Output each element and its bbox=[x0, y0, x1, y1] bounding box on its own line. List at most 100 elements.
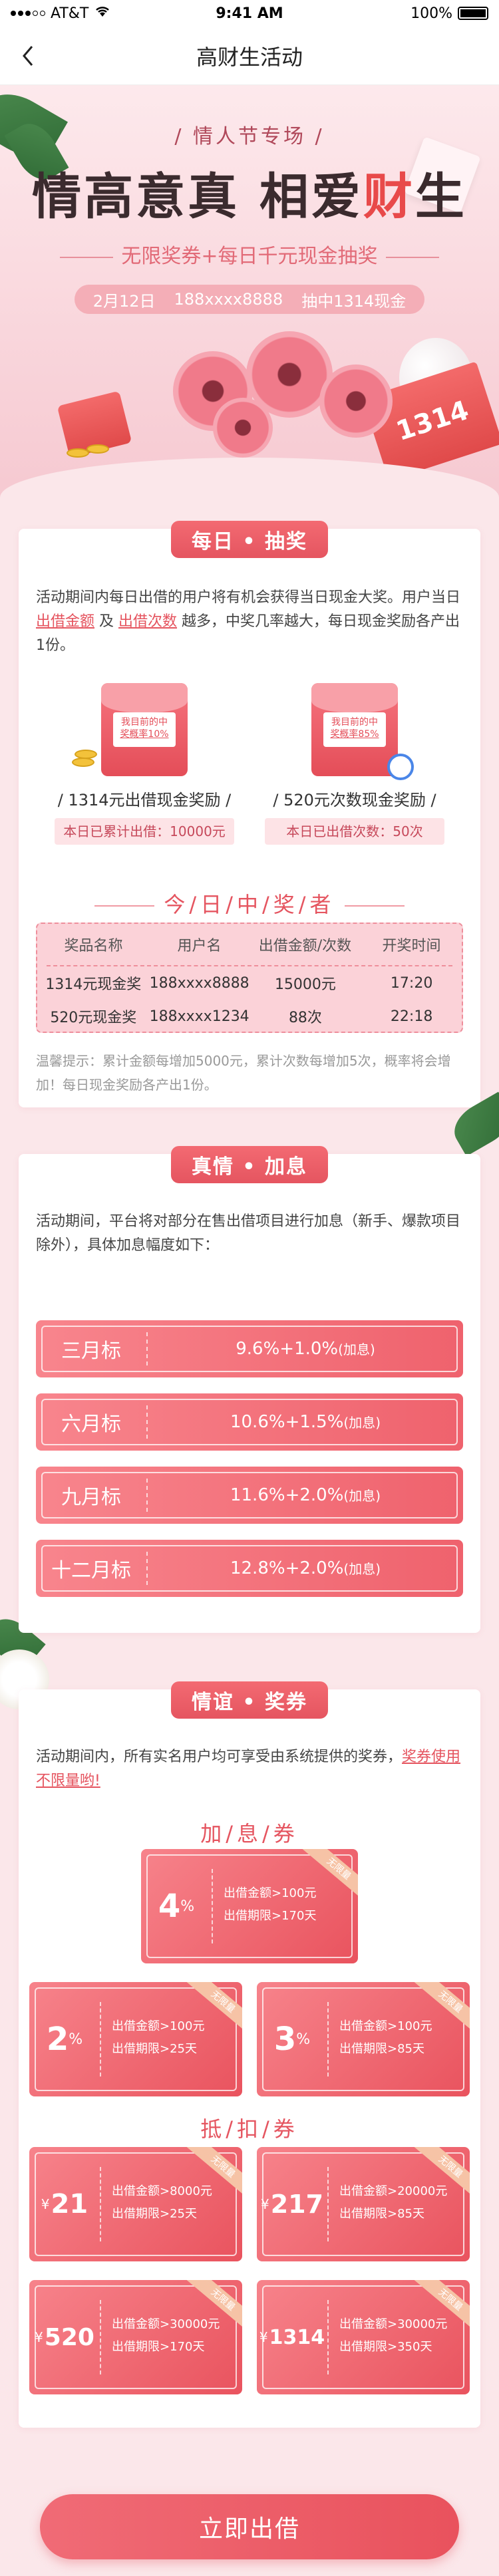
hero-tagline: 无限奖券+每日千元现金抽奖 bbox=[0, 239, 499, 269]
coin-decoration bbox=[72, 758, 94, 767]
chevron-left-icon bbox=[23, 46, 33, 66]
deduct-coupon[interactable]: 无限量 ¥21 出借金额>8000元 出借期限>25天 bbox=[29, 2147, 242, 2261]
deduct-coupon[interactable]: 无限量 ¥520 出借金额>30000元 出借期限>170天 bbox=[29, 2280, 242, 2394]
rate-term: 六月标 bbox=[61, 1413, 121, 1436]
coupon-amount: ¥1314 bbox=[259, 2325, 325, 2349]
cell-user: 188xxxx1234 bbox=[149, 1008, 250, 1025]
cell-time: 22:18 bbox=[390, 1008, 433, 1025]
rate-description: 活动期间，平台将对部分在售出借项目进行加息（新手、爆款项目除外），具体加息幅度如… bbox=[36, 1213, 461, 1254]
deduct-coupon-heading: 抵/扣/券 bbox=[200, 2116, 299, 2142]
coupon-conditions: 出借金额>8000元 出借期限>25天 bbox=[112, 2184, 212, 2221]
rate-value: 11.6%+2.0%(加息) bbox=[230, 1485, 381, 1505]
red-packet-icon: 我目前的中 奖概率85% bbox=[311, 683, 414, 780]
coupon-amount: ¥21 bbox=[41, 2189, 88, 2219]
red-packet-icon: 我目前的中 奖概率10% bbox=[101, 683, 188, 776]
winners-heading: 今/日/中/奖/者 bbox=[19, 888, 480, 919]
coupon-amount: ¥217 bbox=[260, 2190, 324, 2219]
lottery-description: 活动期间内每日出借的用户将有机会获得当日现金大奖。用户当日出借金额 及 出借次数… bbox=[36, 586, 463, 658]
rate-term: 十二月标 bbox=[51, 1559, 131, 1582]
winners-heading-text: 今/日/中/奖/者 bbox=[164, 892, 335, 917]
coupon-amount: 3% bbox=[273, 2021, 311, 2058]
lend-amount-link[interactable]: 出借金额 bbox=[36, 613, 94, 630]
lend-now-button[interactable]: 立即出借 bbox=[40, 2494, 459, 2559]
rate-value: 9.6%+1.0%(加息) bbox=[236, 1339, 375, 1359]
hero-info-date: 2月12日 bbox=[92, 291, 156, 311]
rate-card[interactable]: 九月标 11.6%+2.0%(加息) bbox=[36, 1467, 463, 1524]
status-bar: AT&T 9:41 AM 100% bbox=[0, 0, 499, 27]
coin-decoration bbox=[86, 444, 109, 454]
hero-banner: / 情人节专场 / 情高意真 相爱财生 无限奖券+每日千元现金抽奖 2月12日 … bbox=[0, 85, 499, 498]
back-button[interactable] bbox=[15, 43, 41, 69]
award-card-count: 我目前的中 奖概率85% / 520元次数现金奖励 / 本日已出借次数：50次 bbox=[258, 683, 451, 845]
hero-winner-pill: 2月12日 188xxxx8888 抽中1314现金 bbox=[75, 285, 424, 314]
cell-user: 188xxxx8888 bbox=[149, 974, 250, 992]
coupon-conditions: 出借金额>100元 出借期限>85天 bbox=[339, 2019, 432, 2056]
winners-table-header: 奖品名称 用户名 出借金额/次数 开奖时间 bbox=[37, 924, 462, 965]
award-stat: 本日已出借次数：50次 bbox=[265, 818, 444, 845]
cell-amount: 88次 bbox=[288, 1010, 322, 1026]
coin-decoration bbox=[67, 448, 89, 458]
coupon-conditions: 出借金额>20000元 出借期限>85天 bbox=[339, 2184, 448, 2221]
header-prize: 奖品名称 bbox=[64, 938, 123, 954]
rate-section-tab: 真情 • 加息 bbox=[171, 1146, 328, 1183]
table-row: 1314元现金奖 188xxxx8888 15000元 17:20 bbox=[37, 966, 462, 1000]
page-title: 高财生活动 bbox=[196, 44, 303, 70]
hero-title-part1: 情高意真 相爱 bbox=[32, 168, 363, 225]
rate-card[interactable]: 六月标 10.6%+1.5%(加息) bbox=[36, 1393, 463, 1451]
award-card-amount: 我目前的中 奖概率10% / 1314元出借现金奖励 / 本日已累计出借：1000… bbox=[48, 683, 241, 845]
lottery-tip: 温馨提示：累计金额每增加5000元，累计次数每增加5次，概率将会增加！每日现金奖… bbox=[36, 1053, 451, 1093]
lottery-desc-mid: 及 bbox=[94, 613, 119, 630]
coupon-amount: ¥520 bbox=[35, 2323, 94, 2351]
rate-value: 10.6%+1.5%(加息) bbox=[230, 1412, 381, 1432]
rate-term: 九月标 bbox=[61, 1486, 121, 1509]
coupon-conditions: 出借金额>100元 出借期限>25天 bbox=[112, 2019, 205, 2056]
coupon-section: 情谊 • 奖券 活动期间内，所有实名用户均可享受由系统提供的奖券，奖券使用不限量… bbox=[19, 1681, 480, 2428]
rate-value: 12.8%+2.0%(加息) bbox=[230, 1558, 381, 1578]
award-title: / 520元次数现金奖励 / bbox=[273, 791, 436, 809]
hero-info-prize: 抽中1314现金 bbox=[301, 291, 407, 311]
coupon-conditions: 出借金额>30000元 出借期限>170天 bbox=[112, 2317, 220, 2354]
rate-card[interactable]: 十二月标 12.8%+2.0%(加息) bbox=[36, 1540, 463, 1597]
lottery-section: 每日 • 抽奖 活动期间内每日出借的用户将有机会获得当日现金大奖。用户当日出借金… bbox=[19, 521, 480, 1107]
coupon-desc-text: 活动期间内，所有实名用户均可享受由系统提供的奖券， bbox=[36, 1749, 403, 1765]
cell-prize: 1314元现金奖 bbox=[45, 976, 142, 993]
flowers-decoration bbox=[133, 325, 413, 458]
cell-time: 17:20 bbox=[390, 974, 433, 992]
table-row: 520元现金奖 188xxxx1234 88次 22:18 bbox=[37, 1000, 462, 1033]
hero-subtitle: / 情人节专场 / bbox=[174, 125, 325, 148]
nav-bar: 高财生活动 bbox=[0, 27, 499, 85]
award-stat: 本日已累计出借：10000元 bbox=[55, 818, 234, 845]
deduct-coupon[interactable]: 无限量 ¥217 出借金额>20000元 出借期限>85天 bbox=[257, 2147, 470, 2261]
award-probability-note: 我目前的中 奖概率10% bbox=[113, 712, 176, 747]
stopwatch-icon bbox=[387, 754, 414, 780]
header-amount: 出借金额/次数 bbox=[258, 938, 352, 954]
header-time: 开奖时间 bbox=[382, 938, 441, 954]
cell-prize: 520元现金奖 bbox=[50, 1010, 137, 1026]
rate-card[interactable]: 三月标 9.6%+1.0%(加息) bbox=[36, 1320, 463, 1377]
coupon-description: 活动期间内，所有实名用户均可享受由系统提供的奖券，奖券使用不限量哟! bbox=[36, 1745, 463, 1793]
coupon-amount: 4% bbox=[158, 1888, 195, 1925]
deduct-coupon[interactable]: 无限量 ¥1314 出借金额>30000元 出借期限>350天 bbox=[257, 2280, 470, 2394]
battery-icon bbox=[458, 7, 488, 20]
interest-coupon[interactable]: 无限量 3% 出借金额>100元 出借期限>85天 bbox=[257, 1982, 470, 2096]
coupon-amount: 2% bbox=[46, 2021, 83, 2058]
interest-coupon[interactable]: 无限量 4% 出借金额>100元 出借期限>170天 bbox=[141, 1849, 358, 1963]
lottery-desc-part1: 活动期间内每日出借的用户将有机会获得当日现金大奖。用户当日 bbox=[36, 589, 461, 606]
coupon-conditions: 出借金额>100元 出借期限>170天 bbox=[224, 1886, 317, 1923]
winners-table: 奖品名称 用户名 出借金额/次数 开奖时间 1314元现金奖 188xxxx88… bbox=[36, 923, 463, 1033]
status-time: 9:41 AM bbox=[216, 5, 283, 22]
hero-title-highlight: 财 bbox=[363, 168, 415, 225]
lottery-section-tab: 每日 • 抽奖 bbox=[171, 521, 328, 558]
interest-coupon[interactable]: 无限量 2% 出借金额>100元 出借期限>25天 bbox=[29, 1982, 242, 2096]
award-probability-note: 我目前的中 奖概率85% bbox=[323, 712, 386, 747]
coupon-conditions: 出借金额>30000元 出借期限>350天 bbox=[339, 2317, 448, 2354]
hero-title: 情高意真 相爱财生 bbox=[0, 157, 499, 228]
hero-tagline-text: 无限奖券+每日千元现金抽奖 bbox=[121, 245, 378, 268]
header-user: 用户名 bbox=[177, 938, 222, 954]
hero-info-user: 188xxxx8888 bbox=[174, 290, 283, 309]
lend-count-link[interactable]: 出借次数 bbox=[118, 613, 177, 630]
cell-amount: 15000元 bbox=[274, 976, 336, 993]
coin-decoration bbox=[75, 750, 97, 759]
interest-coupon-heading: 加/息/券 bbox=[200, 1821, 299, 1846]
hero-title-part2: 生 bbox=[415, 168, 467, 225]
